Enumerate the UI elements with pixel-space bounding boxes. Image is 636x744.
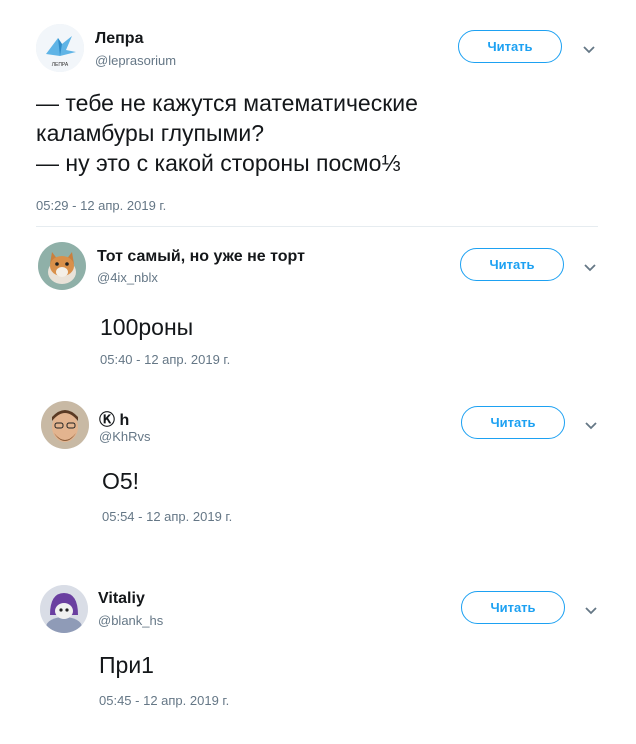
tweet-timestamp[interactable]: 05:45 - 12 апр. 2019 г. (99, 693, 229, 708)
tweet-text: — тебе не кажутся математические каламбу… (36, 90, 418, 176)
tweet-timestamp[interactable]: 05:29 - 12 апр. 2019 г. (36, 198, 166, 213)
person-avatar-icon (41, 401, 89, 449)
lepra-logo-icon: ЛЕПРА (36, 24, 84, 72)
tweet-timestamp[interactable]: 05:40 - 12 апр. 2019 г. (100, 352, 230, 367)
avatar-logo-text: ЛЕПРА (52, 62, 69, 68)
tweet-text: При1 (99, 652, 154, 678)
avatar[interactable]: ЛЕПРА (36, 24, 84, 72)
author-name[interactable]: Vitaliy (98, 590, 145, 608)
chevron-down-icon[interactable] (581, 258, 599, 276)
author-name[interactable]: Тот самый, но уже не торт (97, 248, 305, 266)
author-handle[interactable]: @KhRvs (99, 429, 151, 444)
avatar[interactable] (38, 242, 86, 290)
chevron-down-icon[interactable] (582, 416, 600, 434)
cat-avatar-icon (38, 242, 86, 290)
divider (36, 226, 598, 227)
chevron-down-icon[interactable] (582, 601, 600, 619)
author-name[interactable]: Лепра (95, 30, 143, 48)
author-name[interactable]: Ⓚ һ (99, 406, 129, 430)
avatar[interactable] (41, 401, 89, 449)
follow-button[interactable]: Читать (460, 248, 564, 281)
tweet-text: О5! (102, 468, 140, 494)
follow-button[interactable]: Читать (461, 406, 565, 439)
hooded-cat-avatar-icon (40, 585, 88, 633)
tweet-text: 100роны (100, 314, 194, 340)
avatar[interactable] (40, 585, 88, 633)
tweet-timestamp[interactable]: 05:54 - 12 апр. 2019 г. (102, 509, 232, 524)
author-handle[interactable]: @leprasorium (95, 53, 176, 68)
follow-button[interactable]: Читать (458, 30, 562, 63)
follow-button[interactable]: Читать (461, 591, 565, 624)
chevron-down-icon[interactable] (580, 40, 598, 58)
author-handle[interactable]: @blank_hs (98, 613, 163, 628)
author-handle[interactable]: @4ix_nblx (97, 270, 158, 285)
